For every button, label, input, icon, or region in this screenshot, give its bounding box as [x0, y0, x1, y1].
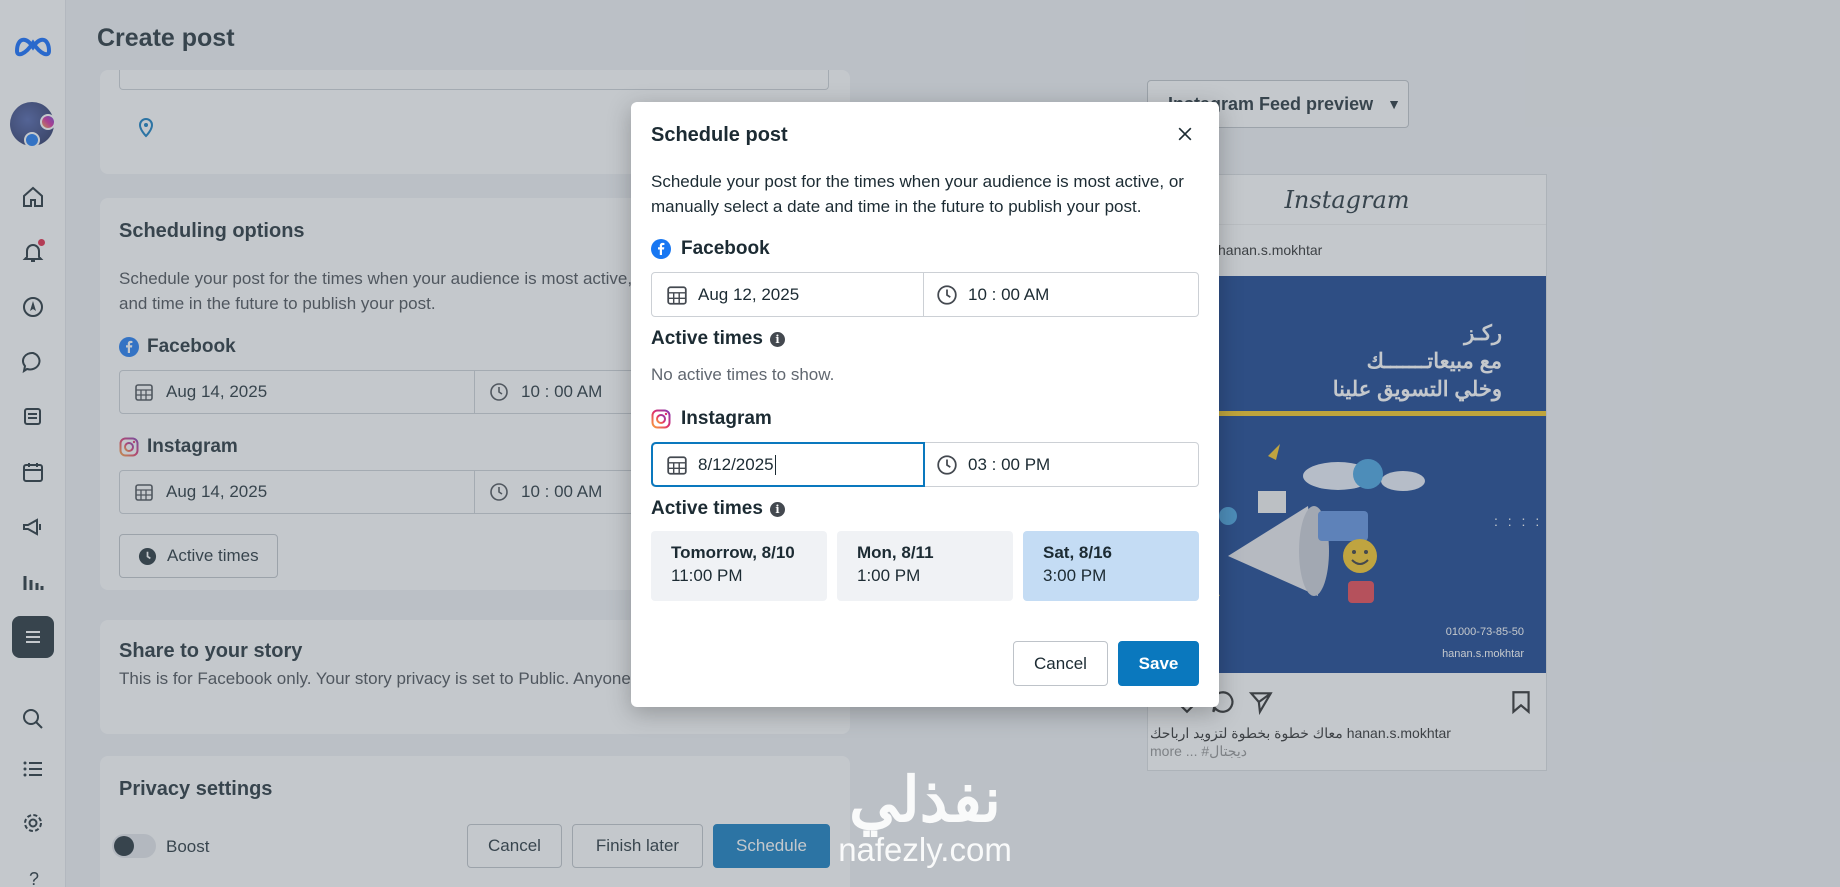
- instagram-icon: [651, 409, 671, 429]
- watermark-latin: nafezly.com: [838, 831, 1012, 868]
- slot-time: 11:00 PM: [671, 566, 743, 585]
- no-active-times-text: No active times to show.: [651, 365, 835, 384]
- text-cursor: [774, 454, 776, 475]
- modal-facebook-time-value: 10 : 00 AM: [968, 284, 1050, 304]
- modal-instagram-date-value: 8/12/2025: [698, 454, 774, 474]
- modal-title: Schedule post: [651, 124, 788, 146]
- slot-time: 3:00 PM: [1043, 566, 1107, 585]
- modal-instagram-datetime: 8/12/2025 03 : 00 PM: [651, 442, 1199, 487]
- modal-instagram-label-text: Instagram: [681, 408, 772, 429]
- watermark-arabic: نفذلي: [849, 766, 1001, 835]
- modal-facebook-label-text: Facebook: [681, 238, 770, 259]
- modal-cancel-button[interactable]: Cancel: [1013, 641, 1108, 686]
- info-icon[interactable]: i: [769, 331, 785, 347]
- schedule-post-modal: Schedule post Schedule your post for the…: [631, 102, 1219, 707]
- calendar-icon: [667, 285, 687, 305]
- active-time-slot[interactable]: Mon, 8/11 1:00 PM: [837, 531, 1013, 601]
- modal-facebook-label: Facebook: [651, 238, 770, 260]
- modal-facebook-time-input[interactable]: 10 : 00 AM: [924, 273, 1049, 316]
- modal-facebook-datetime: Aug 12, 2025 10 : 00 AM: [651, 272, 1199, 317]
- active-time-slot[interactable]: Tomorrow, 8/10 11:00 PM: [651, 531, 827, 601]
- modal-facebook-date-value: Aug 12, 2025: [698, 284, 800, 304]
- modal-instagram-time-input[interactable]: 03 : 00 PM: [924, 443, 1050, 486]
- watermark: نفذلي nafezly.com: [810, 770, 1040, 868]
- modal-save-button[interactable]: Save: [1118, 641, 1199, 686]
- modal-instagram-date-input[interactable]: 8/12/2025: [651, 442, 925, 487]
- modal-facebook-date-input[interactable]: Aug 12, 2025: [652, 273, 924, 316]
- clock-icon: [937, 284, 957, 305]
- slot-day: Sat, 8/16: [1043, 543, 1112, 562]
- calendar-icon: [667, 455, 687, 475]
- close-icon[interactable]: [1173, 122, 1197, 146]
- active-times-label: Active times: [651, 498, 763, 519]
- slot-time: 1:00 PM: [857, 566, 921, 585]
- slot-day: Tomorrow, 8/10: [671, 543, 795, 562]
- facebook-icon: [651, 239, 671, 259]
- active-time-slot-selected[interactable]: Sat, 8/16 3:00 PM: [1023, 531, 1199, 601]
- modal-instagram-time-value: 03 : 00 PM: [968, 454, 1051, 474]
- modal-instagram-active-times-heading: Active times i: [651, 498, 785, 520]
- modal-description: Schedule your post for the times when yo…: [651, 172, 1184, 216]
- info-icon[interactable]: i: [769, 501, 785, 517]
- clock-icon: [937, 454, 957, 475]
- modal-facebook-active-times-heading: Active times i: [651, 328, 785, 350]
- active-times-label: Active times: [651, 328, 763, 349]
- slot-day: Mon, 8/11: [857, 543, 934, 562]
- modal-instagram-label: Instagram: [651, 408, 772, 430]
